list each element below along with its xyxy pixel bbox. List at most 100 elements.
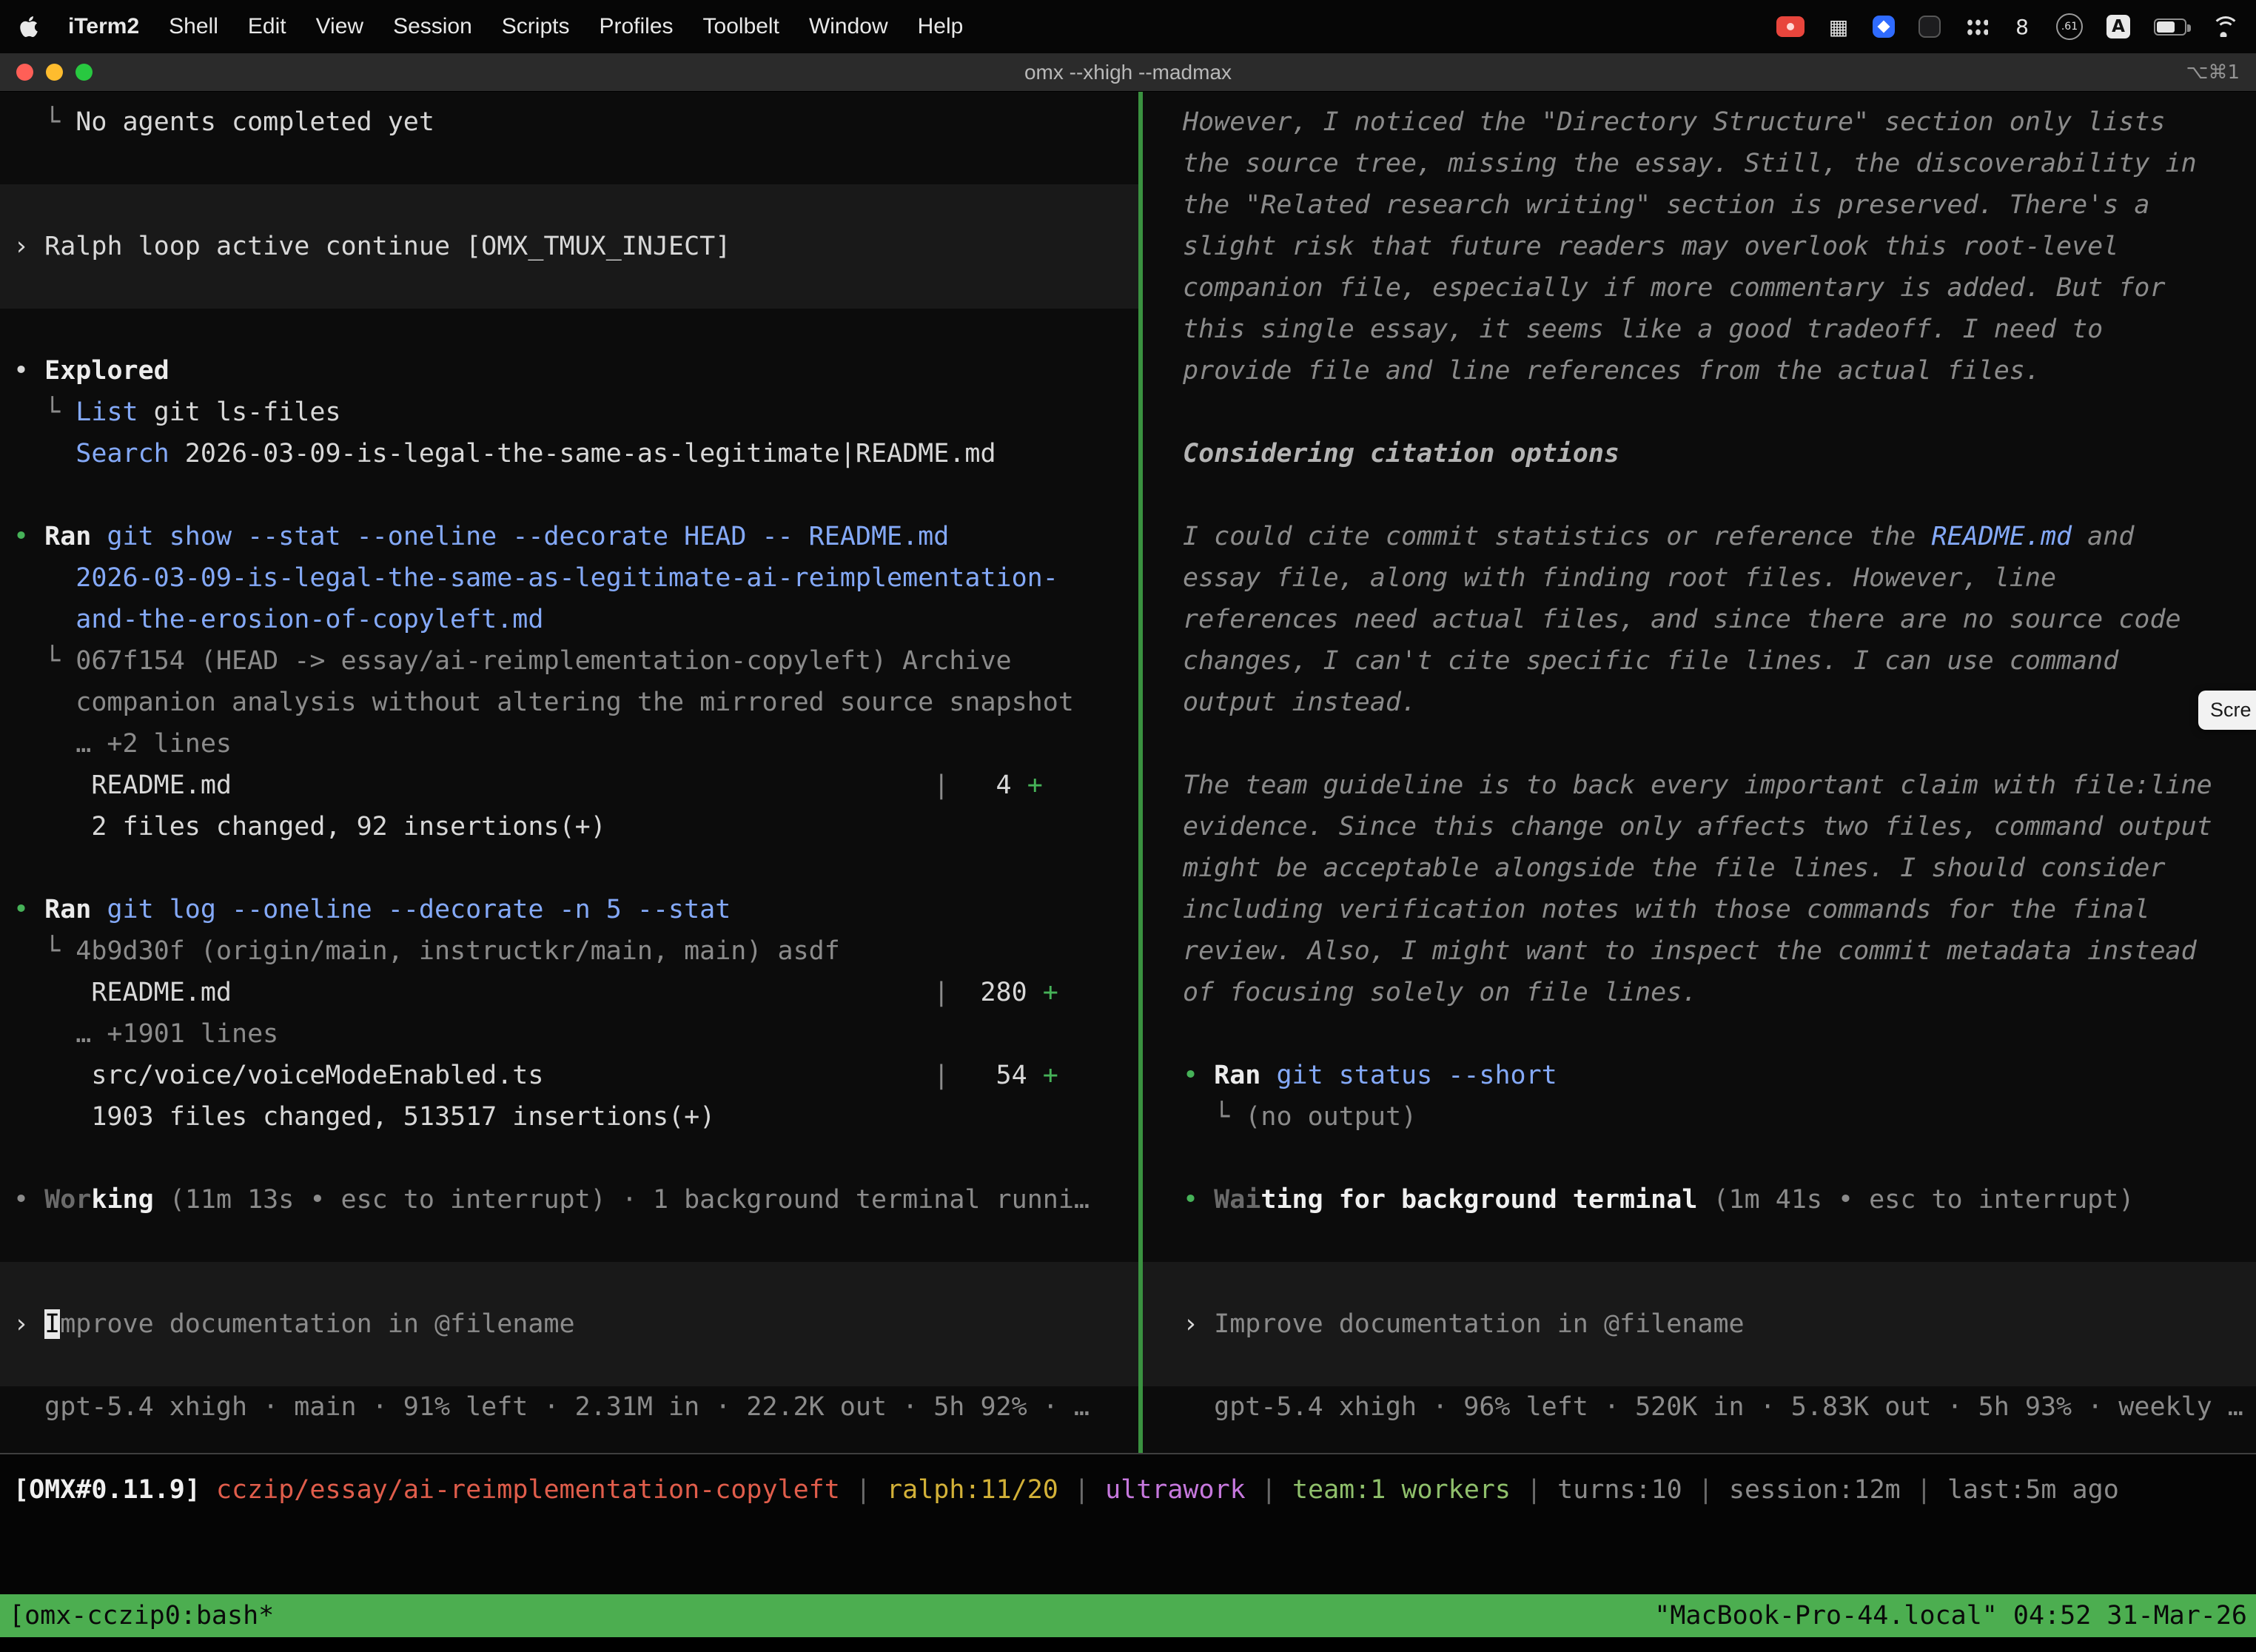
tmux-session-label: [omx-cczip0:bash* bbox=[9, 1594, 274, 1637]
text-segment: Ran bbox=[44, 522, 91, 551]
text-segment: | bbox=[1058, 1475, 1105, 1505]
text-segment: 1903 files changed, 513517 insertions(+) bbox=[13, 1102, 715, 1132]
text-segment: • bbox=[1183, 1061, 1214, 1090]
text-segment: › bbox=[1183, 1309, 1214, 1339]
terminal-line: including verification notes with those … bbox=[1143, 889, 2256, 930]
menu-item-shell[interactable]: Shell bbox=[169, 14, 218, 39]
blank-line bbox=[1143, 392, 2256, 433]
battery-icon[interactable] bbox=[2154, 19, 2186, 36]
text-segment: | bbox=[232, 978, 949, 1007]
text-segment: and bbox=[2072, 522, 2134, 551]
screen-overlay-button[interactable]: Scre bbox=[2198, 691, 2256, 730]
text-segment: turns:10 bbox=[1557, 1475, 1682, 1505]
text-segment: 2 files changed, 92 insertions(+) bbox=[13, 812, 606, 842]
text-segment: references need actual files, and since … bbox=[1183, 605, 2181, 634]
text-segment: └ bbox=[13, 107, 75, 137]
text-segment: evidence. Since this change only affects… bbox=[1183, 812, 2212, 842]
prompt-input[interactable]: › Improve documentation in @filename bbox=[0, 1262, 1138, 1386]
battery-percent-icon[interactable]: .61 bbox=[2056, 13, 2083, 40]
menu-item-scripts[interactable]: Scripts bbox=[502, 14, 570, 39]
apple-logo[interactable] bbox=[19, 15, 38, 38]
ralph-banner: › Ralph loop active continue [OMX_TMUX_I… bbox=[0, 184, 1138, 309]
text-segment: | bbox=[1682, 1475, 1729, 1505]
tmux-panes: └ No agents completed yet › Ralph loop ac… bbox=[0, 92, 2256, 1453]
text-segment: gpt-5.4 xhigh · main · 91% left · 2.31M … bbox=[13, 1392, 1090, 1422]
terminal-line: the "Related research writing" section i… bbox=[1143, 184, 2256, 226]
close-window-button[interactable] bbox=[16, 64, 33, 81]
model-status-line: gpt-5.4 xhigh · main · 91% left · 2.31M … bbox=[0, 1386, 1138, 1428]
tmux-status-bar: [omx-cczip0:bash* "MacBook-Pro-44.local"… bbox=[0, 1594, 2256, 1637]
dark-app-icon[interactable] bbox=[1918, 16, 1941, 38]
text-segment: Wor bbox=[44, 1185, 91, 1215]
thinking-heading: Considering citation options bbox=[1143, 433, 2256, 474]
terminal-line: companion analysis without altering the … bbox=[0, 682, 1138, 723]
desktop: iTerm2 Shell Edit View Session Scripts Profil… bbox=[0, 0, 2256, 1652]
raycast-icon[interactable] bbox=[1873, 16, 1895, 38]
menu-item-profiles[interactable]: Profiles bbox=[599, 14, 673, 39]
text-segment bbox=[201, 1475, 216, 1505]
horizontal-separator bbox=[0, 1453, 2256, 1454]
menu-item-session[interactable]: Session bbox=[393, 14, 472, 39]
text-segment: | bbox=[1901, 1475, 1947, 1505]
tmux-pane-right: However, I noticed the "Directory Struct… bbox=[1143, 92, 2256, 1453]
terminal-line: README.md | 4 + bbox=[0, 765, 1138, 806]
text-segment: 2026-03-09-is-legal-the-same-as-legitima… bbox=[13, 563, 1058, 593]
text-segment: ultrawork bbox=[1105, 1475, 1246, 1505]
text-segment bbox=[91, 895, 107, 924]
text-segment: Explored bbox=[44, 356, 169, 386]
text-segment: Ralph loop active continue [OMX_TMUX_INJ… bbox=[44, 232, 731, 261]
zoom-window-button[interactable] bbox=[75, 64, 93, 81]
text-segment: this single essay, it seems like a good … bbox=[1183, 315, 2103, 344]
terminal-line: └ List git ls-files bbox=[0, 392, 1138, 433]
blank-line bbox=[1143, 1138, 2256, 1179]
text-segment: gpt-5.4 xhigh · 96% left · 520K in · 5.8… bbox=[1183, 1392, 2243, 1422]
blank-line bbox=[1143, 1220, 2256, 1262]
text-segment: … +1901 lines bbox=[13, 1019, 278, 1049]
text-segment: No agents completed yet bbox=[75, 107, 434, 137]
text-segment: └ bbox=[13, 936, 75, 966]
text-segment: Improve documentation in @filename bbox=[1214, 1309, 1744, 1339]
terminal-line: 2026-03-09-is-legal-the-same-as-legitima… bbox=[0, 557, 1138, 599]
window-title: omx --xhigh --madmax bbox=[0, 61, 2256, 84]
input-source-icon[interactable]: A bbox=[2106, 15, 2130, 38]
menu-item-edit[interactable]: Edit bbox=[248, 14, 286, 39]
menu-item-window[interactable]: Window bbox=[809, 14, 888, 39]
text-segment: 54 bbox=[949, 1061, 1042, 1090]
terminal-line: of focusing solely on file lines. bbox=[1143, 972, 2256, 1013]
terminal-line: companion file, especially if more comme… bbox=[1143, 267, 2256, 309]
menu-item-toolbelt[interactable]: Toolbelt bbox=[703, 14, 779, 39]
minimize-window-button[interactable] bbox=[46, 64, 63, 81]
menu-app-name[interactable]: iTerm2 bbox=[68, 14, 139, 39]
text-segment: 280 bbox=[949, 978, 1042, 1007]
menu-item-view[interactable]: View bbox=[316, 14, 363, 39]
prompt-input[interactable]: › Improve documentation in @filename bbox=[1143, 1262, 2256, 1386]
text-segment: changes, I can't cite specific file line… bbox=[1183, 646, 2118, 676]
terminal-line: • Ran git log --oneline --decorate -n 5 … bbox=[0, 889, 1138, 930]
text-segment: • bbox=[1183, 1185, 1214, 1215]
text-segment: output instead. bbox=[1183, 688, 1417, 717]
text-segment: slight risk that future readers may over… bbox=[1183, 232, 2118, 261]
wifi-icon[interactable] bbox=[2210, 16, 2237, 37]
text-segment: git show --stat --oneline --decorate HEA… bbox=[107, 522, 949, 551]
blank-line bbox=[1143, 474, 2256, 516]
terminal-line: src/voice/voiceModeEnabled.ts | 54 + bbox=[0, 1055, 1138, 1096]
text-segment: including verification notes with those … bbox=[1183, 895, 2149, 924]
screen-recording-icon[interactable] bbox=[1776, 16, 1805, 37]
text-segment: README.md bbox=[13, 770, 232, 800]
text-segment: └ bbox=[13, 646, 75, 676]
text-segment: git ls-files bbox=[138, 397, 341, 427]
text-segment: src/voice/voiceModeEnabled.ts bbox=[13, 1061, 543, 1090]
terminal-line: └ 4b9d30f (origin/main, instructkr/main,… bbox=[0, 930, 1138, 972]
six-dot-grid-icon[interactable] bbox=[1964, 17, 1988, 36]
menu-item-help[interactable]: Help bbox=[918, 14, 964, 39]
text-segment: team:1 workers bbox=[1292, 1475, 1511, 1505]
keyboard-grid-icon[interactable]: ▦ bbox=[1828, 12, 1849, 41]
text-segment: • bbox=[13, 1185, 44, 1215]
text-segment: essay file, along with finding root file… bbox=[1183, 563, 2056, 593]
text-segment: king bbox=[91, 1185, 153, 1215]
figure-eight-icon[interactable]: 8 bbox=[2012, 12, 2032, 41]
text-segment: + bbox=[1027, 770, 1043, 800]
text-segment: companion analysis without altering the … bbox=[13, 688, 1074, 717]
text-segment: └ bbox=[13, 397, 75, 427]
text-segment: (11m 13s • esc to interrupt) · 1 backgro… bbox=[154, 1185, 1090, 1215]
